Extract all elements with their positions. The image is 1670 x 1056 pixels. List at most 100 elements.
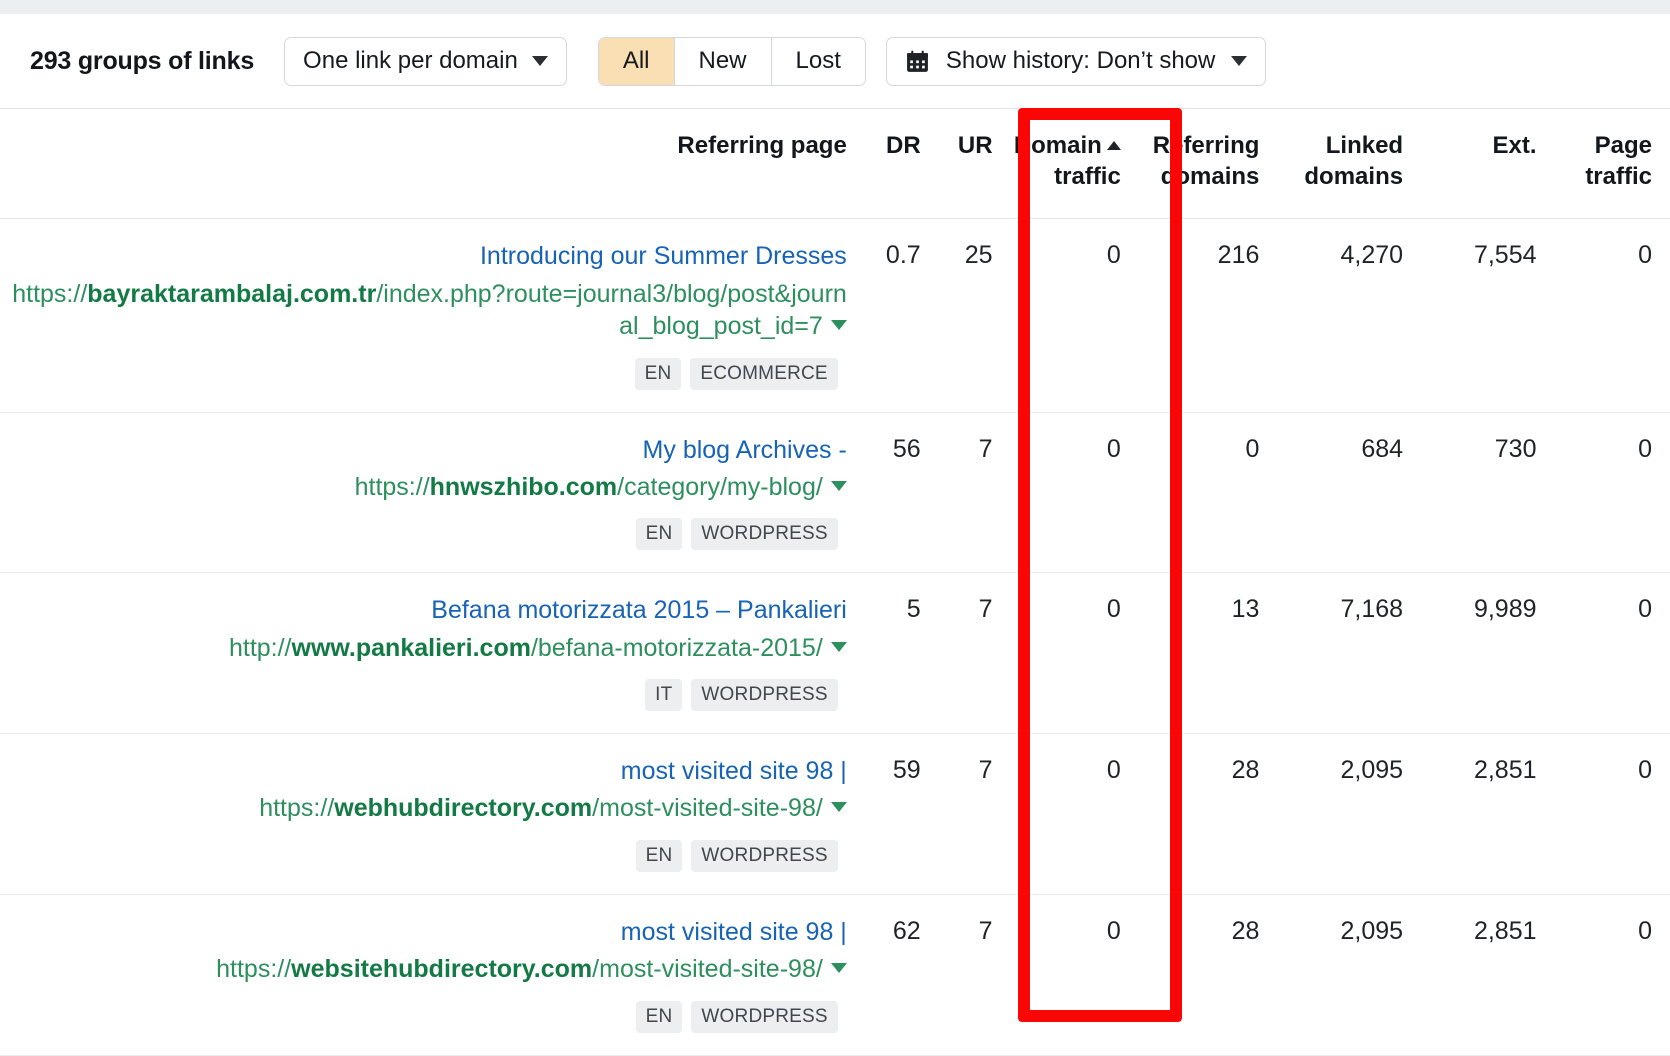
referring-page-title-link[interactable]: Befana motorizzata 2015 – Pankalieri [0,595,847,626]
column-header-ext[interactable]: Ext. [1403,109,1536,219]
url-path: /most-visited-site-98/ [592,794,823,822]
cell-referring-domains[interactable]: 28 [1121,894,1260,1055]
cell-domain-traffic: 0 [993,573,1121,734]
page-tag: EN [636,840,683,872]
cell-referring-page: most visited site 98 | https://websitehub… [0,894,847,1055]
groups-count-label: 293 groups of links [30,47,254,76]
cell-ext[interactable]: 7,554 [1403,219,1536,412]
column-header-ur[interactable]: UR [921,109,993,219]
table-body: Introducing our Summer Dresses https://ba… [0,219,1670,1055]
column-header-referring-domains[interactable]: Referring domains [1121,109,1260,219]
cell-linked-domains[interactable]: 2,095 [1259,894,1403,1055]
table-row: My blog Archives - https://hnwszhibo.com/… [0,412,1670,573]
column-header-page-traffic[interactable]: Page traffic [1537,109,1670,219]
cell-ext[interactable]: 9,989 [1403,573,1536,734]
cell-referring-page: Befana motorizzata 2015 – Pankalieri http… [0,573,847,734]
url-scheme: https:// [355,473,430,501]
table-row: Introducing our Summer Dresses https://ba… [0,219,1670,412]
chevron-down-icon[interactable] [831,481,847,491]
url-path: /most-visited-site-98/ [592,955,823,983]
referring-page-url[interactable]: https://bayraktarambalaj.com.tr/index.ph… [0,278,847,343]
referring-page-title-link[interactable]: My blog Archives - [0,435,847,466]
cell-dr: 56 [847,412,921,573]
cell-linked-domains[interactable]: 7,168 [1259,573,1403,734]
chevron-down-icon[interactable] [831,642,847,652]
show-history-label: Show history: Don’t show [946,47,1215,75]
url-domain: www.pankalieri.com [292,634,531,662]
url-path: /index.php?route=journal3/blog/post&jour… [376,280,846,341]
column-header-linked-domains[interactable]: Linked domains [1259,109,1403,219]
column-header-dr[interactable]: DR [847,109,921,219]
chevron-down-icon[interactable] [831,963,847,973]
cell-domain-traffic: 0 [993,894,1121,1055]
url-scheme: http:// [229,634,292,662]
page-tag: WORDPRESS [691,1001,837,1033]
page-tags: ENWORDPRESS [0,517,847,550]
url-domain: webhubdirectory.com [334,794,592,822]
chevron-down-icon [1231,56,1247,66]
url-domain: websitehubdirectory.com [291,955,592,983]
column-header-domain-traffic[interactable]: Domain traffic [993,109,1121,219]
cell-page-traffic: 0 [1537,734,1670,895]
chevron-down-icon[interactable] [831,320,847,330]
cell-dr: 0.7 [847,219,921,412]
cell-linked-domains[interactable]: 4,270 [1259,219,1403,412]
cell-dr: 5 [847,573,921,734]
window-top-strip [0,0,1670,14]
cell-linked-domains[interactable]: 684 [1259,412,1403,573]
filter-tab-all[interactable]: All [599,38,675,85]
page-tag: ECOMMERCE [690,358,837,390]
referring-page-title-link[interactable]: most visited site 98 | [0,756,847,787]
table-row: most visited site 98 | https://websitehub… [0,894,1670,1055]
cell-referring-domains[interactable]: 28 [1121,734,1260,895]
page-tag: IT [645,679,682,711]
grouping-dropdown-label: One link per domain [303,47,518,75]
cell-referring-domains[interactable]: 13 [1121,573,1260,734]
url-scheme: https:// [259,794,334,822]
referring-page-url[interactable]: https://webhubdirectory.com/most-visited… [0,792,847,825]
page-tag: EN [635,358,682,390]
referring-page-url[interactable]: https://hnwszhibo.com/category/my-blog/ [0,471,847,504]
calendar-icon [905,49,930,74]
chevron-down-icon[interactable] [831,802,847,812]
cell-dr: 62 [847,894,921,1055]
cell-domain-traffic: 0 [993,412,1121,573]
referring-page-url[interactable]: https://websitehubdirectory.com/most-vis… [0,953,847,986]
cell-referring-domains: 0 [1121,412,1260,573]
cell-ur: 7 [921,412,993,573]
url-scheme: https:// [216,955,291,983]
cell-ext[interactable]: 730 [1403,412,1536,573]
cell-ur: 7 [921,573,993,734]
referring-page-title-link[interactable]: most visited site 98 | [0,917,847,948]
url-path: /category/my-blog/ [617,473,823,501]
cell-page-traffic: 0 [1537,573,1670,734]
filter-tab-lost[interactable]: Lost [772,38,865,85]
referring-page-url[interactable]: http://www.pankalieri.com/befana-motoriz… [0,632,847,665]
cell-ur: 7 [921,894,993,1055]
column-header-referring-page[interactable]: Referring page [0,109,847,219]
cell-ext[interactable]: 2,851 [1403,894,1536,1055]
cell-domain-traffic: 0 [993,219,1121,412]
grouping-dropdown[interactable]: One link per domain [284,37,567,86]
cell-linked-domains[interactable]: 2,095 [1259,734,1403,895]
cell-dr: 59 [847,734,921,895]
url-path: /befana-motorizzata-2015/ [531,634,823,662]
page-tag: WORDPRESS [691,679,837,711]
chevron-down-icon [532,56,548,66]
cell-ur: 7 [921,734,993,895]
show-history-button[interactable]: Show history: Don’t show [886,37,1266,86]
filter-tab-new[interactable]: New [675,38,772,85]
cell-ur: 25 [921,219,993,412]
cell-referring-page: most visited site 98 | https://webhubdire… [0,734,847,895]
cell-referring-page: Introducing our Summer Dresses https://ba… [0,219,847,412]
page-tag: WORDPRESS [691,518,837,550]
referring-page-title-link[interactable]: Introducing our Summer Dresses [0,241,847,272]
url-domain: hnwszhibo.com [430,473,618,501]
page-tags: ENECOMMERCE [0,357,847,390]
table-row: Befana motorizzata 2015 – Pankalieri http… [0,573,1670,734]
cell-ext[interactable]: 2,851 [1403,734,1536,895]
cell-page-traffic: 0 [1537,412,1670,573]
cell-referring-domains[interactable]: 216 [1121,219,1260,412]
page-tag: EN [636,518,683,550]
url-scheme: https:// [12,280,87,308]
